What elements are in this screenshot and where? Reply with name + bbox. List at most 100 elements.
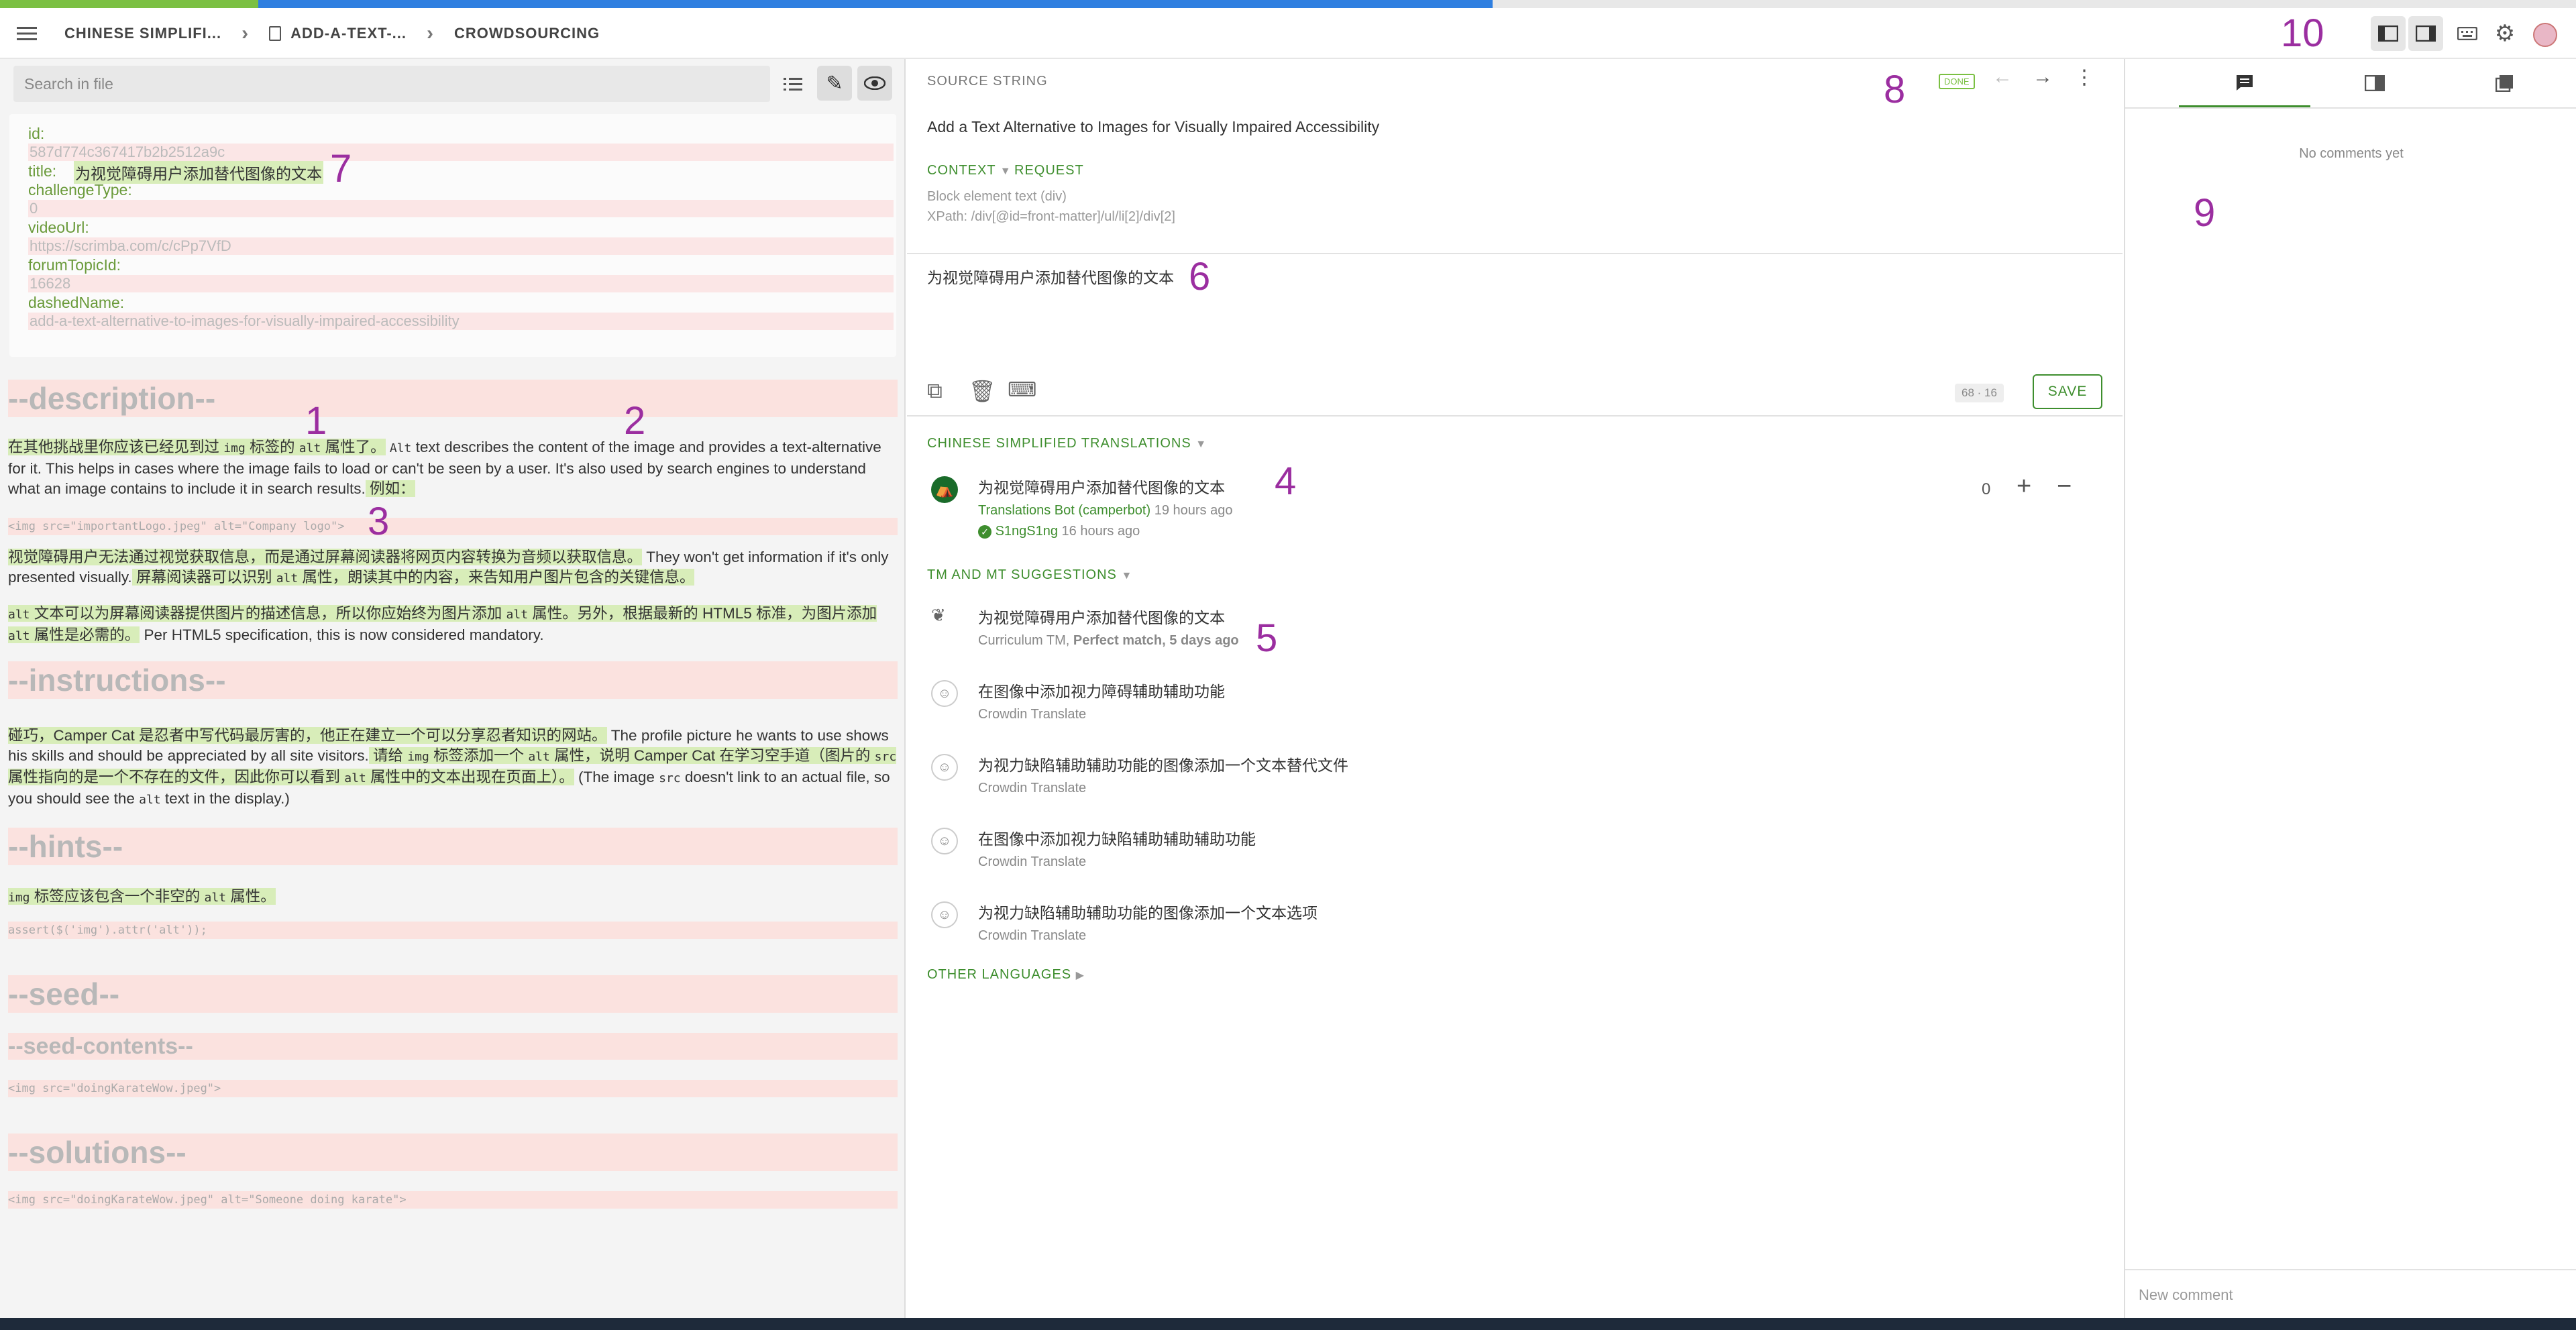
text-segment: 在其他挑战里你应该已经见到过 [8, 439, 224, 455]
translation-author[interactable]: Translations Bot (camperbot) [978, 503, 1150, 518]
context-toggle[interactable]: CONTEXT ▼ [927, 163, 1012, 178]
editor-pane: SOURCE STRING 8 DONE ← → ⋮ Add a Text Al… [907, 59, 2123, 1318]
arrow-left-icon[interactable]: ← [1992, 66, 2012, 89]
meta-value-title[interactable]: 为视觉障碍用户添加替代图像的文本 [74, 161, 323, 184]
more-options-icon[interactable]: ⋮ [2074, 66, 2094, 89]
source-string-text: Add a Text Alternative to Images for Vis… [927, 118, 1380, 135]
divider [907, 415, 2123, 417]
other-languages-toggle[interactable]: OTHER LANGUAGES ▶ [927, 967, 1085, 983]
list-icon[interactable] [777, 68, 809, 99]
eye-icon[interactable] [857, 66, 892, 101]
solutions-header: --solutions-- [8, 1133, 898, 1171]
text-segment: 文本可以为屏幕阅读器提供图片的描述信息，所以你应始终为图片添加 [30, 605, 506, 622]
search-placeholder: Search in file [24, 74, 113, 93]
translation-time: 19 hours ago [1150, 503, 1233, 518]
chevron-right-icon: › [241, 22, 250, 44]
translations-section-toggle[interactable]: CHINESE SIMPLIFIED TRANSLATIONS ▼ [927, 436, 1207, 451]
suggestion-item[interactable]: 在图像中添加视力障碍辅助辅助功能 Crowdin Translate [978, 679, 1225, 722]
suggestion-source: Crowdin Translate [978, 928, 1087, 943]
breadcrumb: CHINESE SIMPLIFI... › ADD-A-TEXT-... › C… [64, 8, 600, 59]
translation-textarea[interactable]: 为视觉障碍用户添加替代图像的文本 6 [907, 254, 2123, 408]
save-button[interactable]: SAVE [2033, 374, 2102, 409]
meta-key-id: id: [28, 125, 45, 142]
code-inline: alt [506, 608, 529, 622]
suggestion-item[interactable]: 为视力缺陷辅助辅助功能的图像添加一个文本选项 Crowdin Translate [978, 900, 1318, 944]
code-inline: alt [139, 793, 161, 807]
meta-value-id[interactable]: 587d774c367417b2b2512a9c [28, 144, 894, 161]
breadcrumb-file[interactable]: ADD-A-TEXT-... [290, 25, 407, 42]
tab-history[interactable] [2439, 59, 2571, 107]
layout-right-icon[interactable] [2408, 16, 2443, 51]
new-comment-input[interactable]: New comment [2139, 1286, 2233, 1304]
text-segment: text in the display.) [160, 790, 290, 807]
description-header: --description-- [8, 380, 898, 417]
code-block-3[interactable]: <img src="doingKarateWow.jpeg"> [8, 1080, 898, 1097]
text-segment: (The image [574, 769, 659, 785]
suggestion-item[interactable]: 在图像中添加视力缺陷辅助辅助辅助功能 Crowdin Translate [978, 826, 1256, 870]
meta-value-videourl[interactable]: https://scrimba.com/c/cPp7VfD [28, 237, 894, 255]
meta-value-dashedname[interactable]: add-a-text-alternative-to-images-for-vis… [28, 313, 894, 330]
annotation-2: 2 [624, 399, 646, 443]
code-inline: alt [276, 571, 299, 586]
text-segment: 属性了。 [321, 439, 386, 455]
approver-name[interactable]: S1ngS1ng [996, 524, 1058, 539]
text-segment: 标签添加一个 [429, 747, 529, 764]
other-languages-label: OTHER LANGUAGES [927, 967, 1072, 982]
pencil-icon[interactable]: ✎ [817, 66, 852, 101]
text-segment: 属性。 [226, 888, 276, 905]
code-block-4[interactable]: <img src="doingKarateWow.jpeg" alt="Some… [8, 1191, 898, 1209]
copy-source-icon[interactable]: ⧉ [927, 378, 943, 404]
description-paragraph-1[interactable]: 在其他挑战里你应该已经见到过 img 标签的 alt 属性了。 Alt text… [8, 437, 898, 499]
seed-contents-header: --seed-contents-- [8, 1033, 898, 1060]
translation-item-text: 为视觉障碍用户添加替代图像的文本 [978, 479, 1225, 496]
breadcrumb-project[interactable]: CHINESE SIMPLIFI... [64, 25, 221, 42]
meta-value-forumtopicid[interactable]: 16628 [28, 275, 894, 292]
layout-left-icon[interactable] [2371, 16, 2406, 51]
code-inline: src [874, 750, 897, 764]
trash-icon[interactable]: 🗑 [969, 378, 996, 404]
gear-icon[interactable]: ⚙ [2487, 16, 2522, 51]
annotation-3: 3 [368, 500, 390, 543]
suggestion-source: Curriculum TM, [978, 633, 1073, 648]
tab-glossary[interactable] [2309, 59, 2440, 107]
code-inline: alt [204, 891, 227, 905]
text-segment: 属性，朗读其中的内容，来告知用户图片包含的关键信息。 [298, 569, 695, 586]
keyboard-icon[interactable] [2450, 16, 2485, 51]
description-paragraph-3[interactable]: alt 文本可以为屏幕阅读器提供图片的描述信息，所以你应始终为图片添加 alt … [8, 604, 898, 647]
suggestion-text: 为视力缺陷辅助辅助功能的图像添加一个文本替代文件 [978, 757, 1348, 774]
text-segment: Per HTML5 specification, this is now con… [140, 626, 544, 643]
suggestion-item[interactable]: 为视力缺陷辅助辅助功能的图像添加一个文本替代文件 Crowdin Transla… [978, 753, 1348, 796]
meta-value-challengetype[interactable]: 0 [28, 200, 894, 217]
instructions-paragraph[interactable]: 碰巧，Camper Cat 是忍者中写代码最厉害的，他正在建立一个可以分享忍者知… [8, 726, 898, 810]
hint-paragraph[interactable]: img 标签应该包含一个非空的 alt 属性。 [8, 887, 898, 908]
description-paragraph-2[interactable]: 视觉障碍用户无法通过视觉获取信息，而是通过屏幕阅读器将网页内容转换为音频以获取信… [8, 547, 898, 589]
vote-up-icon[interactable]: + [2017, 472, 2031, 501]
avatar[interactable] [2533, 23, 2557, 47]
vote-down-icon[interactable]: − [2057, 472, 2072, 501]
text-segment: 属性，说明 Camper Cat 在学习空手道（图片的 [549, 747, 875, 764]
tab-comments[interactable] [2179, 59, 2310, 107]
search-input[interactable]: Search in file [13, 66, 770, 102]
context-line-1: Block element text (div) [927, 189, 1067, 204]
request-link[interactable]: REQUEST [1014, 163, 1084, 178]
code-inline: src [659, 771, 681, 785]
menu-icon[interactable] [9, 16, 44, 51]
annotation-8: 8 [1884, 68, 1906, 111]
tm-section-toggle[interactable]: TM AND MT SUGGESTIONS ▼ [927, 567, 1132, 583]
text-segment: 属性中的文本出现在页面上）。 [366, 769, 574, 785]
annotation-6: 6 [1189, 255, 1211, 298]
translation-item[interactable]: 为视觉障碍用户添加替代图像的文本 Translations Bot (campe… [978, 475, 1232, 539]
meta-key-dashedname: dashedName: [28, 294, 125, 311]
caret-down-icon: ▼ [1000, 166, 1012, 177]
divider [2125, 1269, 2576, 1270]
annotation-9: 9 [2194, 191, 2216, 235]
arrow-right-icon[interactable]: → [2033, 66, 2053, 89]
code-block-2[interactable]: assert($('img').attr('alt')); [8, 922, 898, 939]
format-icon[interactable]: ⌨ [1008, 378, 1036, 402]
breadcrumb-branch[interactable]: CROWDSOURCING [454, 25, 600, 42]
code-inline: Alt [389, 441, 412, 455]
caret-right-icon: ▶ [1075, 970, 1085, 981]
char-counter: 68 · 16 [1955, 384, 2004, 402]
suggestion-item[interactable]: 为视觉障碍用户添加替代图像的文本 Curriculum TM, Perfect … [978, 605, 1239, 649]
code-block-1[interactable]: <img src="importantLogo.jpeg" alt="Compa… [8, 518, 898, 535]
